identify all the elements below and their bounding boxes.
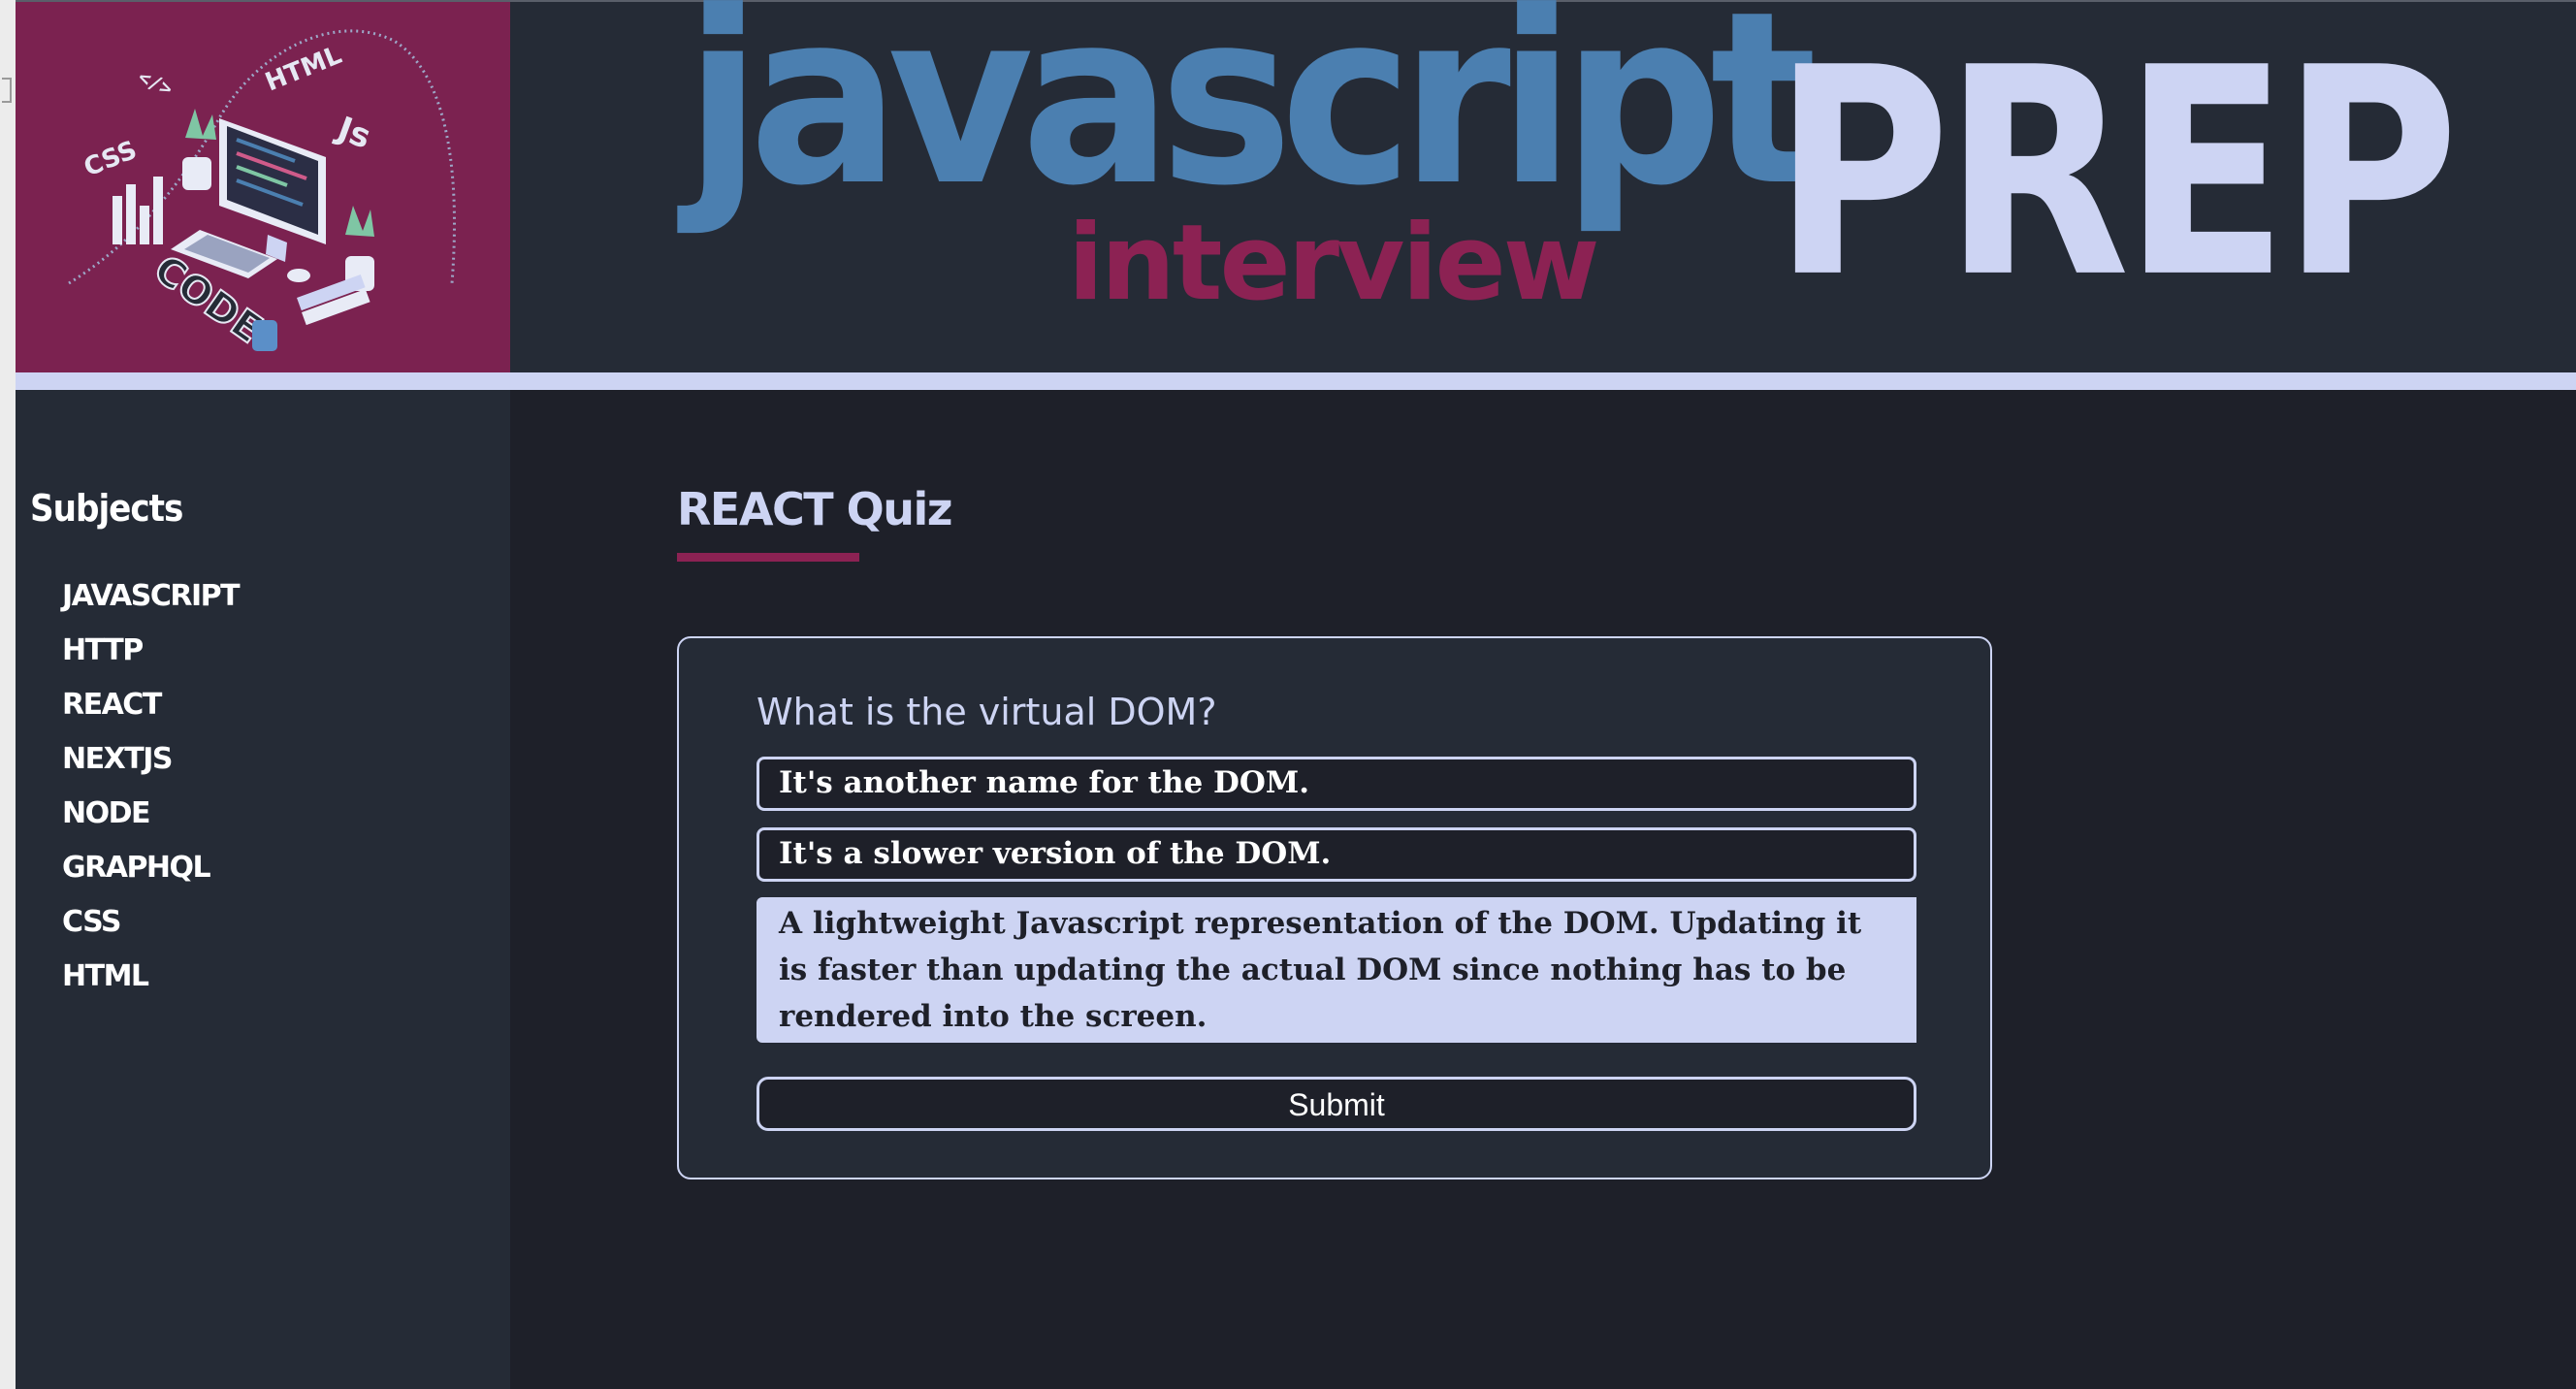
svg-text:HTML: HTML <box>261 41 345 98</box>
sidebar-item-nextjs[interactable]: NEXTJS <box>62 732 239 787</box>
window-edge <box>0 0 16 1389</box>
header-divider <box>16 372 2576 390</box>
answer-option-1[interactable]: It's another name for the DOM. <box>757 757 1916 811</box>
sidebar-item-graphql[interactable]: GRAPHQL <box>62 841 239 895</box>
computer-code-illustration: HTML CSS Js </> CODE <box>68 29 456 353</box>
subject-list: JAVASCRIPT HTTP REACT NEXTJS NODE GRAPHQ… <box>62 569 241 1004</box>
panel-toggle-icon[interactable] <box>2 78 12 103</box>
site-title: javascript interview PREP <box>685 0 2576 372</box>
title-prep: PREP <box>1773 7 2459 341</box>
svg-text:CSS: CSS <box>80 136 141 183</box>
sidebar-item-http[interactable]: HTTP <box>62 624 239 678</box>
quiz-main: REACT Quiz What is the virtual DOM? It's… <box>510 390 2576 1389</box>
submit-button[interactable]: Submit <box>757 1077 1916 1131</box>
svg-text:Js: Js <box>331 109 375 157</box>
svg-text:</>: </> <box>135 65 177 101</box>
sidebar-item-javascript[interactable]: JAVASCRIPT <box>62 569 241 624</box>
title-underline <box>677 553 859 562</box>
question-text: What is the virtual DOM? <box>757 691 1217 733</box>
quiz-card: What is the virtual DOM? It's another na… <box>677 636 1992 1179</box>
answer-option-2[interactable]: It's a slower version of the DOM. <box>757 827 1916 882</box>
page-title: REACT Quiz <box>677 483 953 535</box>
sidebar-item-html[interactable]: HTML <box>62 950 239 1004</box>
sidebar-item-css[interactable]: CSS <box>62 895 239 950</box>
subjects-sidebar: Subjects JAVASCRIPT HTTP REACT NEXTJS NO… <box>16 390 510 1389</box>
sidebar-item-node[interactable]: NODE <box>62 787 239 841</box>
answer-option-3-selected[interactable]: A lightweight Javascript representation … <box>757 897 1916 1043</box>
sidebar-heading: Subjects <box>30 487 183 530</box>
title-interview: interview <box>1068 203 1599 324</box>
logo-illustration: HTML CSS Js </> CODE <box>16 2 510 372</box>
title-javascript: javascript <box>685 0 1818 239</box>
sidebar-item-react[interactable]: REACT <box>62 678 239 732</box>
site-header: HTML CSS Js </> CODE javascript intervie… <box>16 0 2576 372</box>
